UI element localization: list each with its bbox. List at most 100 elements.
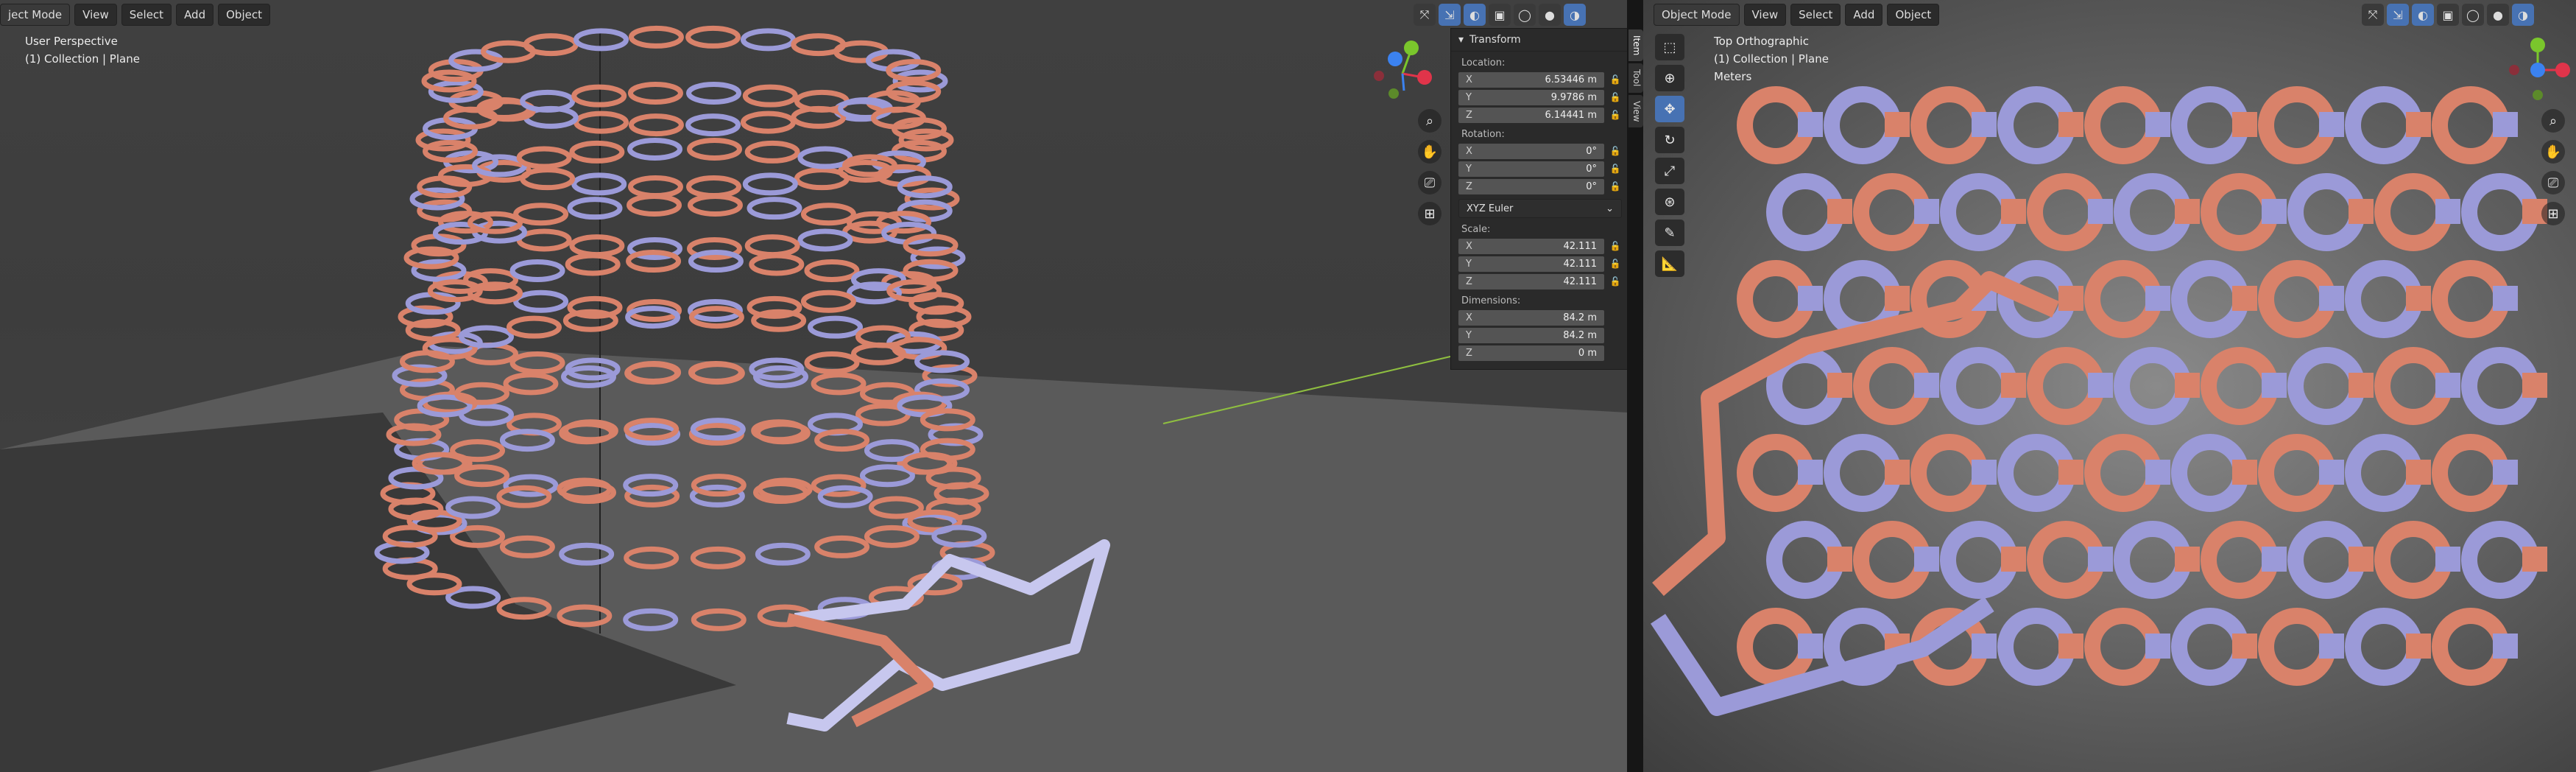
camera-icon[interactable]: ⎚ bbox=[2541, 171, 2565, 194]
transform-orientation-icon[interactable]: ⤧ bbox=[1414, 4, 1436, 26]
field-value: 42.111 bbox=[1563, 258, 1598, 270]
shading-wireframe-icon[interactable]: ◯ bbox=[1514, 4, 1536, 26]
ring-link bbox=[685, 25, 741, 49]
overlay-toggle-icon[interactable]: ◐ bbox=[2412, 4, 2434, 26]
tab-tool[interactable]: Tool bbox=[1628, 63, 1643, 93]
shading-wireframe-icon[interactable]: ◯ bbox=[2462, 4, 2484, 26]
pan-hand-icon[interactable]: ✋ bbox=[2541, 140, 2565, 164]
transform-orientation-icon[interactable]: ⤧ bbox=[2362, 4, 2384, 26]
gizmo-toggle-icon[interactable]: ⇲ bbox=[1439, 4, 1461, 26]
knot-loop bbox=[2171, 86, 2249, 164]
knot-connector bbox=[1798, 634, 1823, 659]
measure-icon[interactable]: 📐 bbox=[1655, 250, 1684, 277]
field-value: 0° bbox=[1586, 145, 1597, 157]
menu-view[interactable]: View bbox=[1743, 4, 1787, 26]
knot-loop bbox=[1997, 434, 2075, 512]
cursor-icon[interactable]: ⊕ bbox=[1655, 65, 1684, 91]
menu-object[interactable]: Object bbox=[1887, 4, 1940, 26]
axis-label: Z bbox=[1466, 109, 1472, 121]
location-z-field[interactable]: Z 6.14441 m bbox=[1458, 107, 1604, 123]
knot-connector bbox=[1798, 112, 1823, 137]
zoom-icon[interactable]: ⌕ bbox=[2541, 109, 2565, 133]
knot-connector bbox=[2001, 373, 2026, 398]
knot-loop bbox=[2287, 521, 2365, 599]
knot-connector bbox=[1972, 460, 1997, 485]
knot-connector bbox=[2175, 199, 2200, 224]
location-x-field[interactable]: X 6.53446 m bbox=[1458, 71, 1604, 88]
rotation-z-field[interactable]: Z 0° bbox=[1458, 178, 1604, 194]
knot-connector bbox=[2493, 112, 2518, 137]
ring-link bbox=[627, 175, 683, 199]
axis-label: Z bbox=[1466, 180, 1472, 192]
right-navigation-gizmo[interactable] bbox=[2501, 33, 2575, 107]
lock-icon[interactable]: 🔓 bbox=[1609, 146, 1622, 156]
lock-icon[interactable]: 🔓 bbox=[1609, 110, 1622, 120]
xray-icon[interactable]: ▣ bbox=[1489, 4, 1511, 26]
knot-connector bbox=[2406, 460, 2431, 485]
gizmo-toggle-icon[interactable]: ⇲ bbox=[2387, 4, 2409, 26]
lock-icon[interactable]: 🔓 bbox=[1609, 181, 1622, 192]
menu-add[interactable]: Add bbox=[1845, 4, 1883, 26]
menu-view[interactable]: View bbox=[74, 4, 117, 26]
menu-select[interactable]: Select bbox=[1790, 4, 1841, 26]
knot-loop bbox=[1940, 521, 2018, 599]
dimension-y-field[interactable]: Y 84.2 m bbox=[1458, 327, 1604, 343]
menu-object[interactable]: Object bbox=[218, 4, 270, 26]
right-3d-viewport[interactable]: Object Mode View Select Add Object ⤧ ⇲ ◐… bbox=[1643, 0, 2576, 772]
lock-icon[interactable]: 🔓 bbox=[1609, 74, 1622, 85]
rotation-mode-dropdown[interactable]: XYZ Euler ⌄ bbox=[1458, 199, 1622, 218]
pan-hand-icon[interactable]: ✋ bbox=[1418, 140, 1441, 164]
gizmo-x-icon bbox=[1417, 70, 1432, 85]
knot-connector bbox=[2088, 199, 2113, 224]
transform-panel-header[interactable]: ▾ Transform bbox=[1451, 29, 1627, 52]
knot-connector bbox=[2232, 112, 2257, 137]
grid-icon[interactable]: ⊞ bbox=[1418, 202, 1441, 225]
ring-link bbox=[513, 203, 569, 226]
ring-link bbox=[742, 172, 798, 196]
left-navigation-gizmo[interactable] bbox=[1366, 33, 1439, 107]
scale-z-field[interactable]: Z 42.111 bbox=[1458, 273, 1604, 290]
object-mode-dropdown[interactable]: ject Mode bbox=[0, 4, 71, 26]
knot-loop bbox=[2258, 434, 2336, 512]
knot-loop bbox=[2084, 608, 2162, 686]
menu-add[interactable]: Add bbox=[176, 4, 214, 26]
move-icon[interactable]: ✥ bbox=[1655, 96, 1684, 122]
dimension-x-field[interactable]: X 84.2 m bbox=[1458, 309, 1604, 326]
transform-icon[interactable]: ⊛ bbox=[1655, 189, 1684, 215]
dimension-z-field[interactable]: Z 0 m bbox=[1458, 345, 1604, 361]
overlay-toggle-icon[interactable]: ◐ bbox=[1464, 4, 1486, 26]
scale-y-field[interactable]: Y 42.111 bbox=[1458, 256, 1604, 272]
object-mode-dropdown[interactable]: Object Mode bbox=[1654, 4, 1740, 26]
shading-solid-icon[interactable]: ● bbox=[1539, 4, 1561, 26]
lock-icon[interactable]: 🔓 bbox=[1609, 164, 1622, 174]
lock-icon[interactable]: 🔓 bbox=[1609, 92, 1622, 102]
rotate-icon[interactable]: ↻ bbox=[1655, 127, 1684, 153]
dimension-z-row: Z 0 m bbox=[1458, 345, 1622, 361]
location-y-field[interactable]: Y 9.9786 m bbox=[1458, 89, 1604, 105]
lock-icon[interactable]: 🔓 bbox=[1609, 276, 1622, 287]
zoom-icon[interactable]: ⌕ bbox=[1418, 109, 1441, 133]
scale-icon[interactable]: ⤢ bbox=[1655, 158, 1684, 184]
shading-material-icon[interactable]: ◑ bbox=[2512, 4, 2534, 26]
tool-shelf: ⬚ ⊕ ✥ ↻ ⤢ ⊛ ✎ 📐 bbox=[1655, 34, 1687, 277]
grid-icon[interactable]: ⊞ bbox=[2541, 202, 2565, 225]
tab-view[interactable]: View bbox=[1628, 94, 1643, 128]
knot-loop bbox=[2374, 347, 2452, 425]
select-box-icon[interactable]: ⬚ bbox=[1655, 34, 1684, 60]
camera-icon[interactable]: ⎚ bbox=[1418, 171, 1441, 194]
ring-link bbox=[686, 175, 742, 199]
annotate-icon[interactable]: ✎ bbox=[1655, 220, 1684, 246]
shading-material-icon[interactable]: ◑ bbox=[1564, 4, 1586, 26]
knot-connector bbox=[2262, 373, 2287, 398]
knot-connector bbox=[2522, 373, 2547, 398]
tab-item[interactable]: Item bbox=[1628, 29, 1643, 62]
lock-icon[interactable]: 🔓 bbox=[1609, 241, 1622, 251]
left-3d-viewport[interactable]: ject Mode View Select Add Object ⤧ ⇲ ◐ ▣… bbox=[0, 0, 1627, 772]
lock-icon[interactable]: 🔓 bbox=[1609, 259, 1622, 269]
rotation-y-field[interactable]: Y 0° bbox=[1458, 161, 1604, 177]
rotation-x-field[interactable]: X 0° bbox=[1458, 143, 1604, 159]
menu-select[interactable]: Select bbox=[121, 4, 172, 26]
shading-solid-icon[interactable]: ● bbox=[2487, 4, 2509, 26]
xray-icon[interactable]: ▣ bbox=[2437, 4, 2459, 26]
scale-x-field[interactable]: X 42.111 bbox=[1458, 238, 1604, 254]
